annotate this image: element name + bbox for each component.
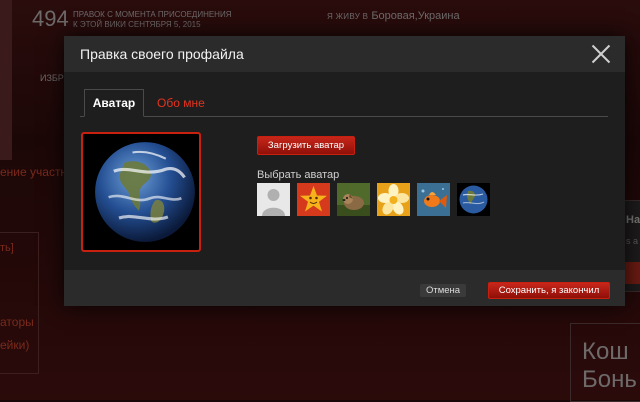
dog-icon <box>337 183 370 216</box>
upload-avatar-button[interactable]: Загрузить аватар <box>257 136 355 155</box>
left-box-text-1[interactable]: аторы <box>0 315 34 329</box>
flower-icon <box>377 183 410 216</box>
earth-avatar-thumb[interactable] <box>457 183 490 216</box>
modal-header: Правка своего профайла <box>64 36 625 72</box>
edit-count-label-line2: К ЭТОЙ ВИКИ СЕНТЯБРЯ 5, 2015 <box>73 20 201 29</box>
dog-avatar-thumb[interactable] <box>337 183 370 216</box>
edit-profile-modal: Правка своего профайла Аватар Обо мне За… <box>64 36 625 306</box>
choose-avatar-label: Выбрать аватар <box>257 169 340 181</box>
default-user-icon <box>257 183 290 216</box>
tab-avatar[interactable]: Аватар <box>84 89 144 117</box>
current-avatar <box>81 132 201 252</box>
edit-count: 494 <box>32 6 69 31</box>
fish-avatar-thumb[interactable] <box>417 183 450 216</box>
left-box-link[interactable]: ть] <box>0 242 14 254</box>
bottom-right-text-1: Кош <box>582 338 629 365</box>
tabs-divider <box>80 116 608 117</box>
location-value: Боровая,Украина <box>371 10 460 22</box>
location-label: Я ЖИВУ В <box>327 12 369 21</box>
earth-icon <box>457 183 490 216</box>
edit-count-label-line1: ПРАВОК С МОМЕНТА ПРИСОЕДИНЕНИЯ <box>73 10 232 19</box>
side-panel-button[interactable] <box>625 262 640 284</box>
cancel-button[interactable]: Отмена <box>420 284 466 297</box>
left-box-text-2[interactable]: ейки) <box>0 338 29 352</box>
tab-about-me[interactable]: Обо мне <box>157 96 205 110</box>
flower-avatar-thumb[interactable] <box>377 183 410 216</box>
location-info: Я ЖИВУ В Боровая,Украина <box>327 10 460 22</box>
participant-link[interactable]: ение участни <box>0 165 74 179</box>
side-panel-text: s a <box>626 236 639 246</box>
close-icon[interactable] <box>591 44 611 64</box>
favorites-label: ИЗБР <box>40 73 64 83</box>
modal-title: Правка своего профайла <box>80 46 244 62</box>
side-panel-title: Нат <box>626 214 640 226</box>
star-avatar-thumb[interactable] <box>297 183 330 216</box>
earth-avatar-image <box>95 142 195 242</box>
background-image-strip <box>0 0 12 160</box>
star-icon <box>297 183 330 216</box>
save-button[interactable]: Сохранить, я закончил <box>488 282 610 299</box>
bottom-right-text-2: Бонь <box>582 366 637 393</box>
fish-icon <box>417 183 450 216</box>
edit-count-label: ПРАВОК С МОМЕНТА ПРИСОЕДИНЕНИЯ К ЭТОЙ ВИ… <box>73 10 243 30</box>
default-avatar-thumb[interactable] <box>257 183 290 216</box>
